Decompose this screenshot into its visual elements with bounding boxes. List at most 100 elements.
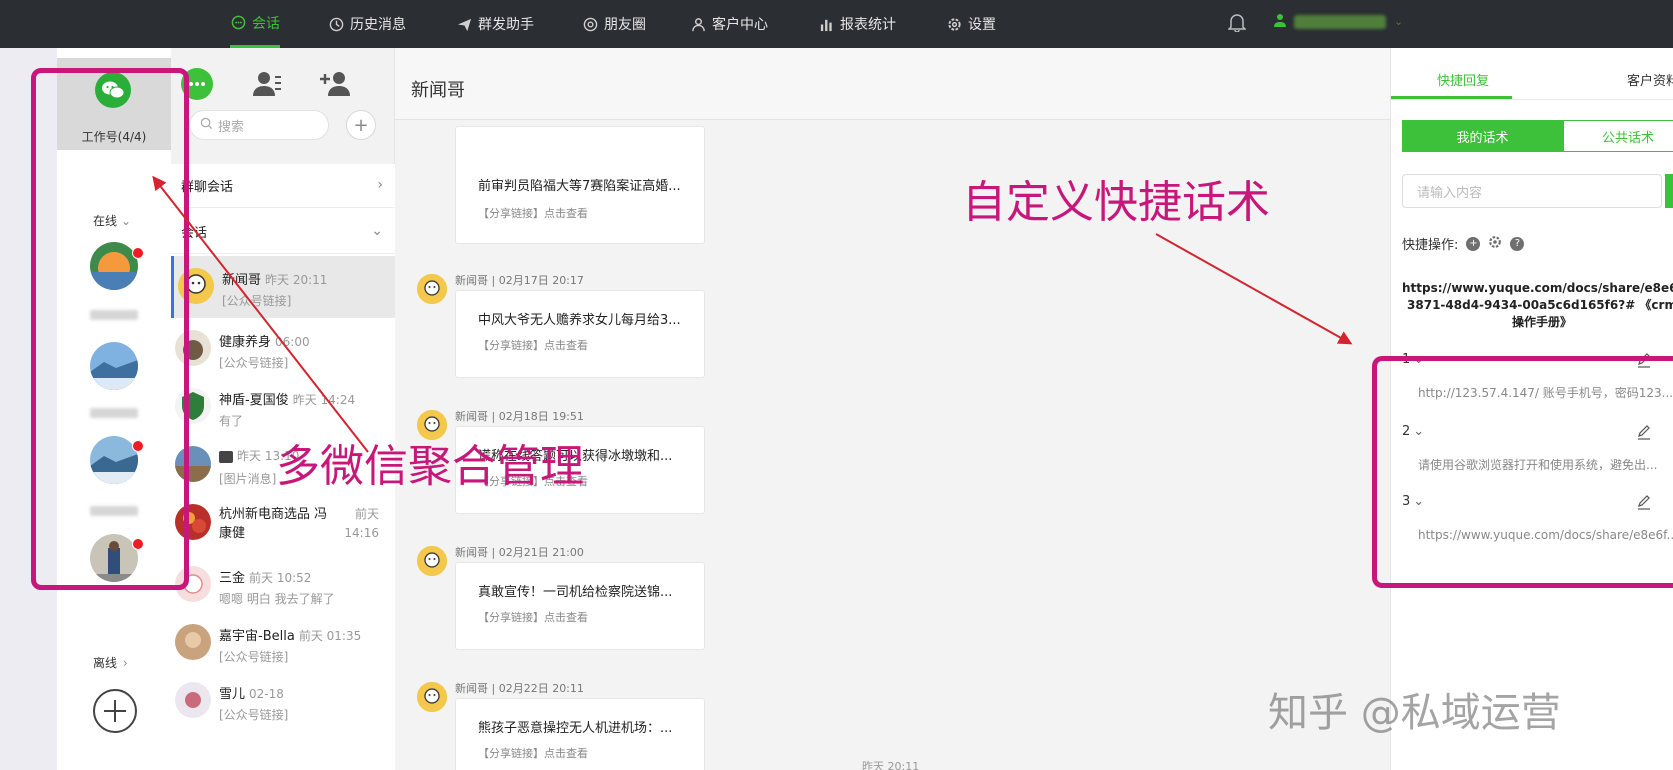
- nav-tab-label: 报表统计: [840, 17, 896, 33]
- offline-toggle[interactable]: 离线 ›: [93, 654, 128, 671]
- annotation-frame-accounts: [31, 68, 189, 590]
- last-message-time: 前天 01:35: [298, 629, 362, 643]
- chevron-right-icon: ›: [377, 177, 383, 193]
- nav-tab-settings[interactable]: 设置: [946, 0, 996, 48]
- last-message-preview: [公众号链接]: [219, 650, 289, 664]
- contact-name: 嘉宇宙-Bella 前天 01:35: [219, 625, 361, 644]
- nav-tab-moments[interactable]: 朋友圈: [582, 0, 646, 48]
- aperture-icon: [582, 16, 598, 32]
- top-navigation-bar: 会话 历史消息 群发助手 朋友圈 客户中心 报表统计 设置 ⌄: [0, 0, 1673, 48]
- clock-icon: [328, 16, 344, 32]
- timestamp-divider: 昨天 20:11: [862, 760, 920, 770]
- conversation-item[interactable]: 新闻哥 昨天 20:11 [公众号链接]: [171, 256, 395, 318]
- last-message-time: 昨天 20:11: [265, 273, 328, 287]
- nav-tab-reports[interactable]: 报表统计: [818, 0, 896, 48]
- manual-link[interactable]: https://www.yuque.com/docs/share/e8e6f15…: [1402, 280, 1673, 331]
- conversation-item[interactable]: 雪儿 02-18 [公众号链接]: [171, 670, 395, 732]
- chat-section[interactable]: 会话 ⌄: [171, 210, 395, 254]
- last-message-preview: [图片消息]: [219, 472, 277, 486]
- contact-name-text: 健康养身: [219, 335, 272, 350]
- nav-tab-label: 会话: [252, 15, 280, 32]
- nav-tab-broadcast[interactable]: 群发助手: [456, 0, 534, 48]
- search-input[interactable]: 搜索: [189, 110, 329, 140]
- conversation-item[interactable]: 神盾-夏国俊 昨天 14:24 有了: [171, 376, 395, 438]
- nav-tab-history[interactable]: 历史消息: [328, 0, 406, 48]
- user-menu[interactable]: ⌄: [1274, 12, 1403, 31]
- link-card-title: 中风大爷无人赡养求女儿每月给3...: [478, 313, 681, 328]
- nav-tab-label: 设置: [968, 17, 996, 33]
- link-card-title: 前审判员陷福大等7赛陷案证高婚...: [478, 179, 681, 194]
- add-friend-icon[interactable]: [319, 68, 351, 100]
- contact-name-text: 嘉宇宙-Bella: [219, 629, 295, 644]
- link-card[interactable]: 真敢宣传！一司机给检察院送锦... 【分享链接】点击查看: [455, 562, 705, 650]
- tab-divider: [1391, 99, 1673, 100]
- conversation-item[interactable]: 杭州新电商选品 冯康健 前天 14:16: [171, 492, 395, 554]
- offline-label: 离线: [93, 656, 118, 670]
- new-chat-button[interactable]: +: [346, 110, 376, 140]
- gear-icon: [946, 16, 962, 32]
- chat-bubble-icon: [230, 15, 246, 31]
- last-message-preview: [公众号链接]: [222, 294, 292, 308]
- tab-quick-reply[interactable]: 快捷回复: [1437, 70, 1489, 89]
- nav-tab-label: 群发助手: [478, 17, 534, 33]
- chat-window: 新闻哥 前审判员陷福大等7赛陷案证高婚... 【分享链接】点击查看 新闻哥 | …: [395, 48, 1390, 770]
- contact-name: 杭州新电商选品 冯康健: [219, 507, 328, 541]
- link-card[interactable]: 前审判员陷福大等7赛陷案证高婚... 【分享链接】点击查看: [455, 126, 705, 244]
- segment-my-scripts[interactable]: 我的话术: [1402, 120, 1563, 152]
- quick-operations: 快捷操作: + ?: [1402, 234, 1525, 253]
- last-message-time: 02-18: [249, 687, 284, 701]
- link-card[interactable]: 中风大爷无人赡养求女儿每月给3... 【分享链接】点击查看: [455, 290, 705, 378]
- add-circle-icon[interactable]: +: [1466, 236, 1481, 251]
- link-card-tag: 【分享链接】点击查看: [478, 611, 588, 624]
- user-name-blurred: [1294, 14, 1386, 29]
- conversation-item[interactable]: 嘉宇宙-Bella 前天 01:35 [公众号链接]: [171, 612, 395, 674]
- gear-icon[interactable]: [1488, 235, 1502, 253]
- nav-tab-chat[interactable]: 会话: [230, 0, 280, 48]
- last-message-time: 前天 10:52: [249, 571, 312, 585]
- link-card-title: 真敢宣传！一司机给检察院送锦...: [478, 585, 673, 600]
- link-card[interactable]: 熊孩子恶意操控无人机进机场：... 【分享链接】点击查看: [455, 698, 705, 770]
- user-icon: [1274, 12, 1286, 31]
- contact-name-blurred: [219, 450, 233, 463]
- contacts-tab-icon[interactable]: [251, 68, 283, 100]
- nav-tab-customers[interactable]: 客户中心: [690, 0, 768, 48]
- link-card-tag: 【分享链接】点击查看: [478, 747, 588, 760]
- conversation-item[interactable]: 健康养身 06:00 [公众号链接]: [171, 318, 395, 380]
- message-meta: 新闻哥 | 02月22日 20:11: [455, 682, 584, 695]
- last-message-time: 昨天 14:24: [292, 393, 356, 407]
- last-message-preview: 有了: [219, 414, 244, 428]
- bar-chart-icon: [818, 16, 834, 32]
- message-meta: 新闻哥 | 02月18日 19:51: [455, 410, 584, 423]
- send-icon: [456, 16, 472, 32]
- last-message-time: 前天 14:16: [344, 507, 379, 540]
- sender-avatar: [417, 682, 447, 712]
- nav-tab-label: 客户中心: [712, 17, 768, 33]
- chat-title: 新闻哥: [411, 80, 465, 101]
- group-chat-section[interactable]: 群聊会话 ›: [171, 164, 395, 208]
- watermark: 知乎 @私域运营: [1268, 690, 1561, 736]
- conversation-item[interactable]: 三金 前天 10:52 嗯嗯 明白 我去了解了: [171, 554, 395, 616]
- script-search-input[interactable]: 请输入内容: [1402, 174, 1662, 208]
- bell-icon[interactable]: [1227, 12, 1247, 33]
- contact-name: 三金 前天 10:52: [219, 567, 311, 586]
- sender-avatar: [417, 274, 447, 304]
- quick-operations-label: 快捷操作:: [1402, 238, 1459, 253]
- contact-name: 雪儿 02-18: [219, 683, 284, 702]
- contact-avatar: [175, 624, 211, 660]
- search-placeholder: 搜索: [218, 119, 245, 135]
- contact-name-text: 三金: [219, 571, 246, 586]
- annotation-label-scripts: 自定义快捷话术: [962, 177, 1270, 228]
- tab-customer-info[interactable]: 客户资料: [1627, 70, 1673, 89]
- help-icon[interactable]: ?: [1510, 236, 1525, 251]
- script-search-button[interactable]: [1665, 174, 1673, 208]
- chevron-down-icon: ⌄: [1394, 15, 1404, 28]
- annotation-frame-scripts: [1372, 356, 1673, 588]
- segment-public-scripts[interactable]: 公共话术: [1563, 120, 1673, 152]
- chevron-right-icon: ›: [123, 655, 128, 670]
- last-message-preview: [公众号链接]: [219, 356, 289, 370]
- contact-avatar: [175, 682, 211, 718]
- link-card-tag: 【分享链接】点击查看: [478, 207, 588, 220]
- chat-header: 新闻哥: [395, 48, 1390, 120]
- add-account-button[interactable]: [92, 688, 138, 734]
- sender-avatar: [417, 546, 447, 576]
